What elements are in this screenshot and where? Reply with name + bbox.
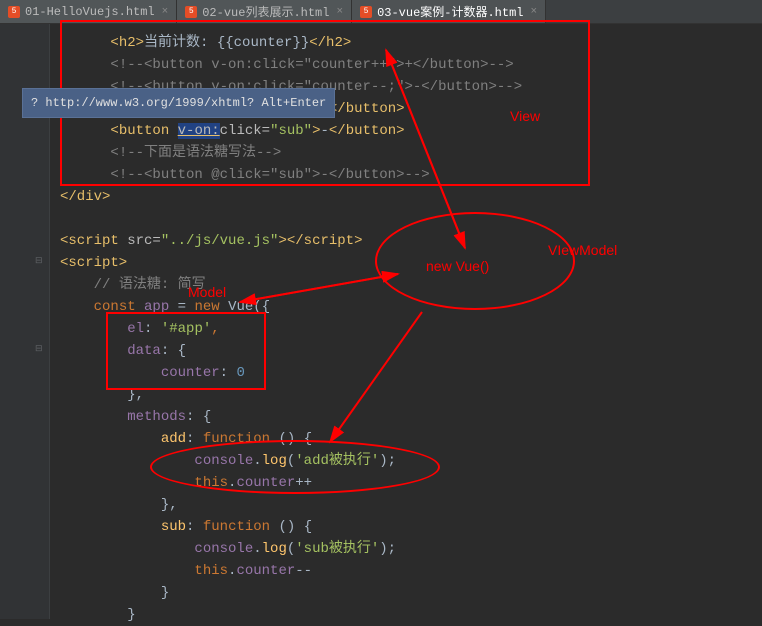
code-line: } [60,604,762,626]
tab-label: 03-vue案例-计数器.html [377,3,523,20]
fold-icon[interactable]: ⊟ [35,344,45,354]
code-line: <script> [60,252,762,274]
close-icon[interactable]: × [336,6,343,18]
code-area[interactable]: ? http://www.w3.org/1999/xhtml? Alt+Ente… [50,24,762,619]
code-line: // 语法糖: 简写 [60,274,762,296]
tab-label: 02-vue列表展示.html [202,3,329,20]
tab-file-3[interactable]: 5 03-vue案例-计数器.html × [352,0,546,23]
close-icon[interactable]: × [530,6,537,18]
code-line: this.counter++ [60,472,762,494]
html-icon: 5 [185,6,197,18]
code-line: <button v-on:click="sub">-</button> [60,120,762,142]
code-line: <!--<button v-on:click="counter++">+</bu… [60,54,762,76]
code-line [60,208,762,230]
code-line: const app = new Vue({ [60,296,762,318]
code-line: <!--<button @click="sub">-</button>--> [60,164,762,186]
close-icon[interactable]: × [162,6,169,18]
code-line: <!--下面是语法糖写法--> [60,142,762,164]
code-line: console.log('add被执行'); [60,450,762,472]
tab-file-2[interactable]: 5 02-vue列表展示.html × [177,0,352,23]
html-icon: 5 [8,6,20,18]
editor: ⊟ ⊟ ? http://www.w3.org/1999/xhtml? Alt+… [0,24,762,619]
code-line: <h2>当前计数: {{counter}}</h2> [60,32,762,54]
code-line: console.log('sub被执行'); [60,538,762,560]
code-line: counter: 0 [60,362,762,384]
code-line: sub: function () { [60,516,762,538]
code-line: add: function () { [60,428,762,450]
code-line: }, [60,384,762,406]
code-line: el: '#app', [60,318,762,340]
code-line: </div> [60,186,762,208]
code-line: methods: { [60,406,762,428]
code-line: data: { [60,340,762,362]
xml-namespace-tooltip: ? http://www.w3.org/1999/xhtml? Alt+Ente… [22,88,335,118]
code-line: <script src="../js/vue.js"></script> [60,230,762,252]
html-icon: 5 [360,6,372,18]
tab-label: 01-HelloVuejs.html [25,5,155,19]
code-line: this.counter-- [60,560,762,582]
code-line: } [60,582,762,604]
tab-bar: 5 01-HelloVuejs.html × 5 02-vue列表展示.html… [0,0,762,24]
tab-file-1[interactable]: 5 01-HelloVuejs.html × [0,0,177,23]
code-line: }, [60,494,762,516]
fold-icon[interactable]: ⊟ [35,256,45,266]
